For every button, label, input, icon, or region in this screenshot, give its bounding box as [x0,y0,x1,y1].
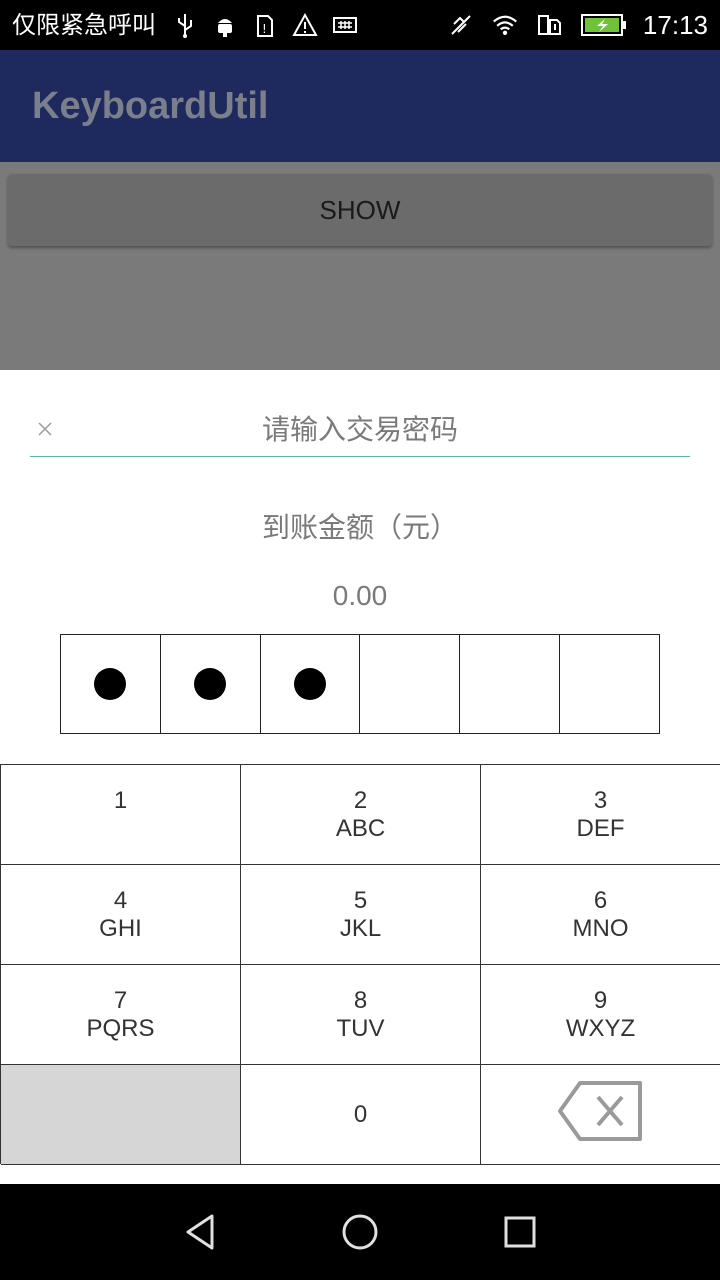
key-letters: TUV [336,1014,385,1042]
password-cell [161,635,261,733]
app-bar: KeyboardUtil [0,50,720,162]
key-5[interactable]: 5 JKL [241,865,481,965]
title-divider [30,456,690,457]
key-letters: WXYZ [565,1014,636,1042]
clock: 17:13 [642,10,708,40]
carrier-text: 仅限紧急呼叫 [12,11,156,39]
key-9[interactable]: 9 WXYZ [481,965,720,1065]
status-icons-left: ! [172,10,358,40]
key-4[interactable]: 4 GHI [1,865,241,965]
password-cell [61,635,161,733]
key-number: 5 [353,886,368,914]
sim-warning-icon: ! [252,12,278,38]
status-icons-right [448,10,628,40]
amount-value: 0.00 [332,580,388,611]
key-blank [1,1065,241,1165]
key-number: 6 [593,886,608,914]
key-letters: ABC [335,814,386,842]
status-bar: 仅限紧急呼叫 ! 17:13 [0,0,720,50]
content-area: SHOW [0,162,720,370]
key-letters: PQRS [86,1014,155,1042]
backspace-icon [556,1079,646,1150]
show-button[interactable]: SHOW [8,174,712,246]
sheet-title: 请输入交易密码 [261,413,458,446]
password-dot [294,668,327,700]
key-3[interactable]: 3 DEF [481,765,720,865]
key-1[interactable]: 1 [1,765,241,865]
back-icon[interactable] [176,1208,224,1256]
password-cell [360,635,461,733]
password-dot [194,668,227,700]
key-number: 3 [593,786,608,814]
password-input[interactable] [60,634,660,734]
key-number: 4 [113,886,128,914]
key-number: 0 [353,1100,368,1128]
key-6[interactable]: 6 MNO [481,865,720,965]
key-number: 2 [353,786,368,814]
key-letters: DEF [576,814,625,842]
key-number: 7 [113,986,128,1014]
wifi-icon [492,12,518,38]
key-7[interactable]: 7 PQRS [1,965,241,1065]
sim-icon [536,12,562,38]
key-letters: GHI [99,914,142,942]
amount-label: 到账金额（元） [261,511,458,544]
navigation-bar [0,1184,720,1280]
password-dot [94,668,127,700]
warning-icon [292,12,318,38]
android-debug-icon [212,12,238,38]
password-sheet: 请输入交易密码 到账金额（元） 0.00 1 2 ABC 3 DEF 4 GHI 5 JKL 6… [0,370,720,1184]
password-cell [261,635,361,733]
password-cell [460,635,561,733]
numeric-keypad: 1 2 ABC 3 DEF 4 GHI 5 JKL 6 MNO 7 PQRS 8 TUV 9 WXYZ 0 [0,764,720,1165]
app-title: KeyboardUtil [32,85,269,127]
battery-charging-icon [580,12,628,38]
backspace-key[interactable] [481,1065,720,1165]
key-8[interactable]: 8 TUV [241,965,481,1065]
password-cell [560,635,659,733]
usb-icon [172,12,198,38]
key-0[interactable]: 0 [241,1065,481,1165]
key-letters: JKL [339,914,382,942]
recents-icon[interactable] [496,1208,544,1256]
keyboard-icon [332,12,358,38]
key-number: 9 [593,986,608,1014]
svg-text:!: ! [262,22,267,36]
home-icon[interactable] [336,1208,384,1256]
key-2[interactable]: 2 ABC [241,765,481,865]
mute-icon [448,12,474,38]
key-number: 8 [353,986,368,1014]
key-letters: MNO [572,914,629,942]
key-number: 1 [113,786,128,814]
